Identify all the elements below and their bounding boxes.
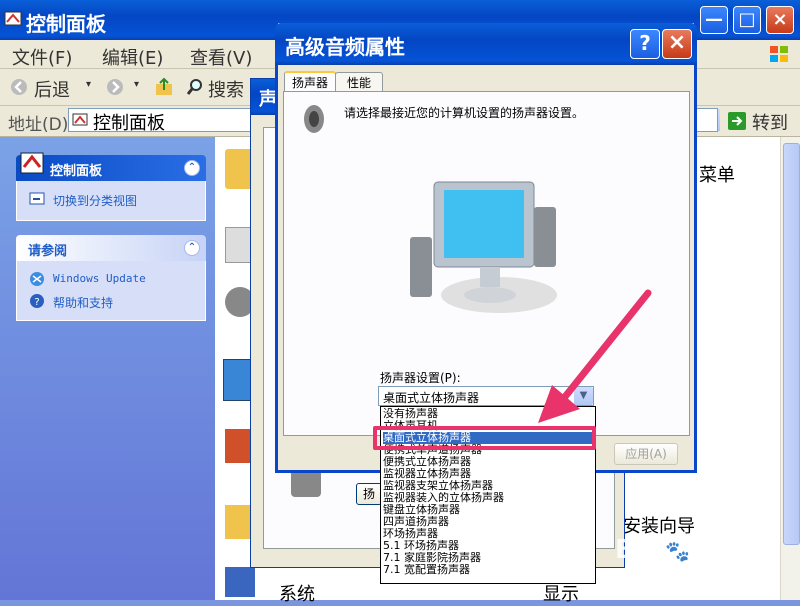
back-arrow-icon[interactable] bbox=[10, 78, 28, 96]
help-support-link[interactable]: 帮助和支持 bbox=[53, 294, 113, 311]
back-dropdown-icon[interactable]: ▾ bbox=[86, 79, 91, 90]
dialog-title: 高级音频属性 bbox=[285, 35, 405, 59]
tab-speakers[interactable]: 扬声器 bbox=[284, 71, 336, 93]
go-arrow-icon[interactable] bbox=[727, 111, 747, 131]
speaker-device-icon bbox=[291, 469, 321, 497]
address-label: 地址(D) bbox=[8, 115, 69, 135]
search-icon[interactable] bbox=[186, 78, 204, 96]
system-icon[interactable] bbox=[225, 567, 255, 597]
main-window-title: 控制面板 bbox=[26, 12, 106, 36]
control-panel-icon bbox=[4, 11, 22, 26]
system-item-label[interactable]: 系统 bbox=[279, 580, 315, 606]
option-monitor-stand[interactable]: 监视器支架立体扬声器 bbox=[383, 480, 593, 492]
tab-performance[interactable]: 性能 bbox=[335, 72, 383, 93]
windows-update-link[interactable]: Windows Update bbox=[53, 272, 146, 285]
option-7-1-home-theater[interactable]: 7.1 家庭影院扬声器 bbox=[383, 552, 593, 564]
option-5-1-surround[interactable]: 5.1 环场扬声器 bbox=[383, 540, 593, 552]
speaker-icon-small bbox=[304, 105, 324, 133]
minimize-button[interactable]: — bbox=[700, 6, 728, 34]
option-quadraphonic[interactable]: 四声道扬声器 bbox=[383, 516, 593, 528]
close-dialog-button[interactable]: × bbox=[662, 29, 692, 59]
svg-text:?: ? bbox=[34, 297, 39, 308]
maximize-button[interactable]: □ bbox=[733, 6, 761, 34]
option-keyboard-stereo[interactable]: 键盘立体扬声器 bbox=[383, 504, 593, 516]
menu-file[interactable]: 文件(F) bbox=[12, 44, 72, 70]
option-portable-stereo[interactable]: 便携式立体扬声器 bbox=[383, 456, 593, 468]
option-surround[interactable]: 环场扬声器 bbox=[383, 528, 593, 540]
control-panel-small-icon bbox=[72, 113, 88, 126]
menu-edit[interactable]: 编辑(E) bbox=[102, 44, 163, 70]
speaker-setting-label: 扬声器设置(P): bbox=[380, 371, 461, 385]
help-icon: ? bbox=[30, 294, 44, 308]
dialog-title-bar[interactable]: 高级音频属性 ? × bbox=[275, 23, 697, 65]
speaker-settings-button[interactable]: 扬 bbox=[356, 483, 382, 505]
panel-control-panel-header[interactable]: 控制面板 ⌃ bbox=[16, 152, 206, 181]
close-main-button[interactable]: × bbox=[766, 6, 794, 34]
watermark-site-cn: 经验 bbox=[693, 539, 738, 564]
control-panel-large-icon bbox=[20, 152, 44, 174]
help-button[interactable]: ? bbox=[630, 29, 660, 59]
option-monitor-stereo[interactable]: 监视器立体扬声器 bbox=[383, 468, 593, 480]
windows-update-icon bbox=[30, 272, 44, 286]
panel-see-also-title: 请参阅 bbox=[28, 244, 68, 259]
panel-control-panel-body: 切换到分类视图 bbox=[16, 181, 206, 221]
windows-logo-icon bbox=[770, 46, 788, 62]
collapse-chevron-icon[interactable]: ⌃ bbox=[184, 160, 200, 176]
menu-view[interactable]: 查看(V) bbox=[190, 44, 252, 70]
task-pane: 控制面板 ⌃ 切换到分类视图 请参阅 ⌃ Windows Update ? 帮助… bbox=[0, 137, 215, 600]
apply-button[interactable]: 应用(A) bbox=[614, 443, 678, 465]
back-button[interactable]: 后退 bbox=[34, 76, 70, 102]
vertical-scrollbar[interactable] bbox=[780, 137, 800, 600]
instruction-text: 请选择最接近您的计算机设置的扬声器设置。 bbox=[344, 106, 585, 120]
forward-arrow-icon[interactable] bbox=[106, 78, 124, 96]
menu-item-fragment: 菜单 bbox=[699, 165, 735, 186]
scrollbar-thumb[interactable] bbox=[783, 143, 800, 545]
baidu-watermark: Bai 🐾 经验 bbox=[615, 533, 738, 565]
switch-category-view-link[interactable]: 切换到分类视图 bbox=[53, 192, 137, 209]
search-button[interactable]: 搜索 bbox=[208, 76, 244, 102]
collapse-chevron-icon-2[interactable]: ⌃ bbox=[184, 240, 200, 256]
forward-dropdown-icon[interactable]: ▾ bbox=[134, 79, 139, 90]
watermark-url: jingyan.baidu.com bbox=[666, 564, 768, 577]
panel-control-panel-title: 控制面板 bbox=[50, 164, 103, 179]
up-folder-icon[interactable] bbox=[154, 77, 174, 97]
paw-icon: 🐾 bbox=[665, 539, 691, 563]
address-value: 控制面板 bbox=[93, 113, 165, 134]
annotation-arrow-icon bbox=[538, 289, 652, 423]
panel-see-also-header[interactable]: 请参阅 ⌃ bbox=[16, 235, 206, 261]
panel-see-also-body: Windows Update ? 帮助和支持 bbox=[16, 261, 206, 321]
option-monitor-mounted[interactable]: 监视器装入的立体扬声器 bbox=[383, 492, 593, 504]
switch-view-icon bbox=[29, 192, 45, 205]
selected-speaker-value: 桌面式立体扬声器 bbox=[383, 391, 480, 405]
watermark-brand: Bai bbox=[615, 535, 662, 565]
option-7-1-wide[interactable]: 7.1 宽配置扬声器 bbox=[383, 564, 593, 576]
go-button[interactable]: 转到 bbox=[752, 109, 788, 135]
